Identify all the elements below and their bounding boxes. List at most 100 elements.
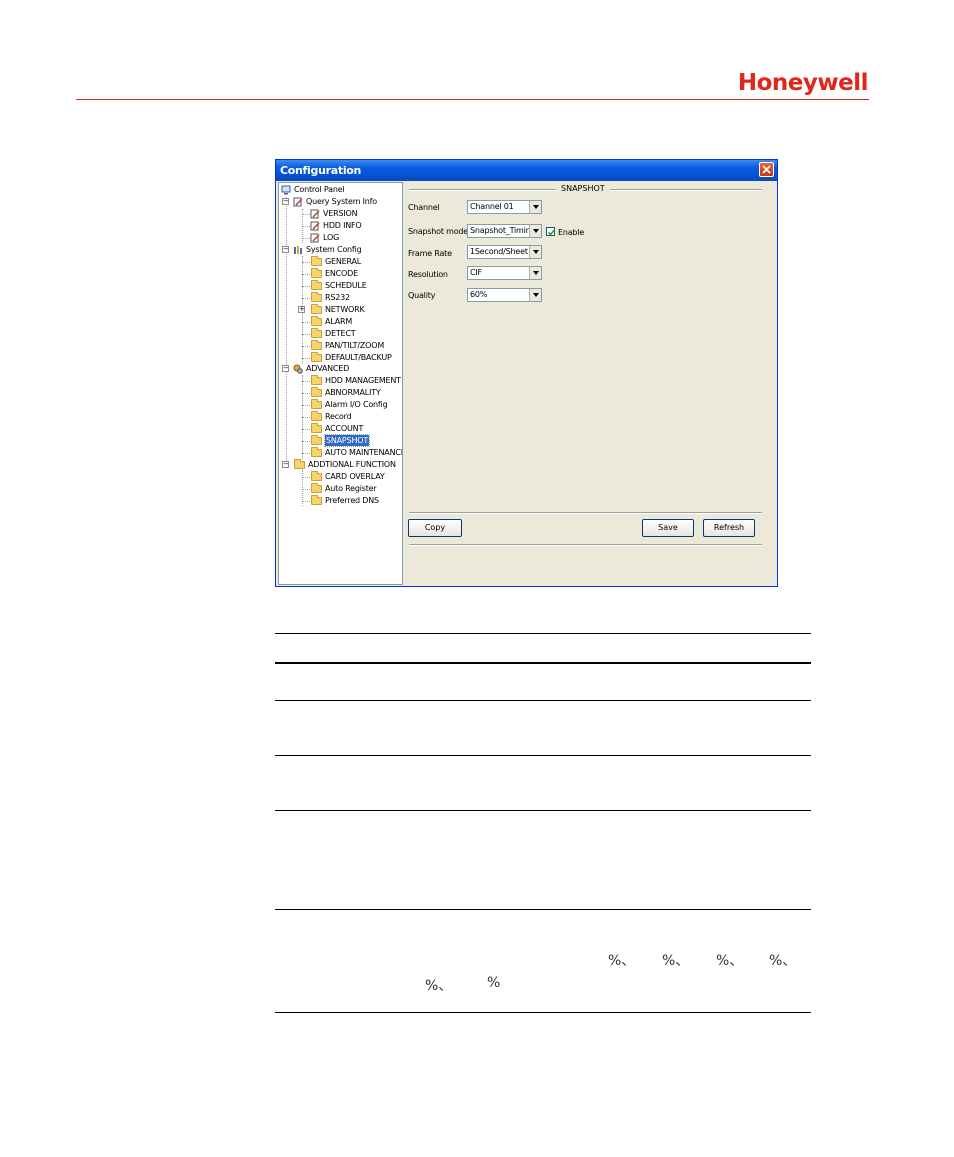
frame-rate-value: 1Second/Sheet [470, 247, 528, 256]
tree-connector [302, 417, 310, 418]
tree-item-alarm-io-config[interactable]: Alarm I/O Config [310, 399, 400, 411]
expand-icon[interactable]: + [298, 306, 305, 313]
tree-item-version[interactable]: VERSION [310, 208, 400, 220]
tree-item-additional-function[interactable]: − ADDTIONAL FUNCTION [282, 459, 402, 471]
tree-item-system-config[interactable]: − System Config [282, 244, 402, 256]
folder-icon [311, 375, 322, 385]
save-button[interactable]: Save [642, 519, 694, 537]
tree-item-detect[interactable]: DETECT [310, 328, 400, 340]
tree-item-auto-register[interactable]: Auto Register [310, 483, 400, 495]
tree-connector [302, 274, 310, 275]
tree-item-network[interactable]: + NETWORK [298, 304, 398, 316]
tree-item-log[interactable]: LOG [310, 232, 400, 244]
snapshot-mode-label: Snapshot mode [408, 227, 469, 236]
dropdown-arrow-icon[interactable] [529, 201, 541, 213]
collapse-icon[interactable]: − [282, 365, 289, 372]
quality-mark: %、 [608, 953, 636, 969]
refresh-button[interactable]: Refresh [703, 519, 755, 537]
quality-label: Quality [408, 291, 436, 300]
table-top-rule [275, 633, 811, 634]
quality-mark: %、 [662, 953, 690, 969]
tree-item-snapshot[interactable]: SNAPSHOT [310, 434, 400, 447]
dropdown-arrow-icon[interactable] [529, 246, 541, 258]
tree-item-record[interactable]: Record [310, 411, 400, 423]
tree-connector [302, 405, 310, 406]
resolution-select[interactable]: CIF [467, 266, 542, 280]
folder-icon [311, 280, 322, 290]
tree-label: NETWORK [325, 305, 365, 314]
tree-label: VERSION [323, 209, 358, 218]
tree-item-auto-maintenance[interactable]: AUTO MAINTENANCE [310, 447, 402, 459]
channel-label: Channel [408, 203, 440, 212]
tree-label: ABNORMALITY [325, 388, 381, 397]
folder-icon [311, 483, 322, 493]
tools-icon [294, 246, 302, 254]
tree-item-hdd-info[interactable]: HDD INFO [310, 220, 400, 232]
tree-item-rs232[interactable]: RS232 [310, 292, 400, 304]
tree-label: SNAPSHOT [323, 434, 371, 447]
dropdown-arrow-icon[interactable] [529, 225, 541, 237]
tree-label: ACCOUNT [325, 424, 364, 433]
computer-icon [281, 185, 291, 195]
tree-connector [302, 334, 310, 335]
tree-item-control-panel[interactable]: Control Panel [281, 184, 401, 196]
table-header-rule [275, 662, 811, 664]
folder-icon [311, 399, 322, 409]
quality-mark: % [487, 975, 501, 991]
tree-item-alarm[interactable]: ALARM [310, 316, 400, 328]
collapse-icon[interactable]: − [282, 461, 289, 468]
tree-label: Auto Register [325, 484, 377, 493]
tree-label: CARD OVERLAY [325, 472, 385, 481]
notepad-icon [310, 233, 320, 243]
dropdown-arrow-icon[interactable] [529, 267, 541, 279]
quality-mark: %、 [769, 953, 797, 969]
channel-select[interactable]: Channel 01 [467, 200, 542, 214]
frame-rate-select[interactable]: 1Second/Sheet [467, 245, 542, 259]
collapse-icon[interactable]: − [282, 246, 289, 253]
tree-item-hdd-management[interactable]: HDD MANAGEMENT [310, 375, 401, 387]
folder-icon [311, 292, 322, 302]
tree-item-abnormality[interactable]: ABNORMALITY [310, 387, 400, 399]
open-folder-icon [311, 435, 322, 445]
tree-item-pan-tilt-zoom[interactable]: PAN/TILT/ZOOM [310, 340, 400, 352]
tree-label: ADDTIONAL FUNCTION [308, 460, 396, 469]
tree-connector [302, 286, 310, 287]
notepad-icon [310, 221, 320, 231]
folder-icon [311, 256, 322, 266]
close-button[interactable] [759, 162, 774, 177]
tree-connector [302, 322, 310, 323]
folder-icon [311, 304, 322, 314]
window-title: Configuration [280, 164, 362, 177]
snapshot-mode-select[interactable]: Snapshot_Timing [467, 224, 542, 238]
tree-label: System Config [306, 245, 362, 254]
tree-item-query-system-info[interactable]: − Query System Info [282, 196, 402, 208]
checkmark-icon [547, 229, 556, 236]
tree-item-card-overlay[interactable]: CARD OVERLAY [310, 471, 400, 483]
tree-label: Query System Info [306, 197, 377, 206]
folder-icon [311, 447, 322, 457]
enable-checkbox[interactable] [546, 227, 556, 236]
collapse-icon[interactable]: − [282, 198, 289, 205]
tree-item-general[interactable]: GENERAL [310, 256, 400, 268]
dropdown-arrow-icon[interactable] [529, 289, 541, 301]
button-row-bottom-divider [409, 544, 762, 546]
title-bar[interactable]: Configuration [276, 160, 777, 181]
tree-label: Control Panel [294, 185, 345, 194]
tree-label: RS232 [325, 293, 350, 302]
quality-select[interactable]: 60% [467, 288, 542, 302]
tree-item-advanced[interactable]: − ADVANCED [282, 363, 402, 375]
folder-icon [311, 423, 322, 433]
notepad-icon [293, 197, 303, 207]
header-divider [76, 99, 869, 100]
folder-icon [311, 328, 322, 338]
tree-label: HDD INFO [323, 221, 362, 230]
tree-item-preferred-dns[interactable]: Preferred DNS [310, 495, 400, 507]
tree-connector [302, 358, 310, 359]
tree-label: ADVANCED [306, 364, 350, 373]
copy-button[interactable]: Copy [408, 519, 462, 537]
configuration-window: Configuration Control Panel − Query Syst… [275, 159, 778, 587]
tree-item-encode[interactable]: ENCODE [310, 268, 400, 280]
tree-item-schedule[interactable]: SCHEDULE [310, 280, 400, 292]
resolution-label: Resolution [408, 270, 448, 279]
tree-item-account[interactable]: ACCOUNT [310, 423, 400, 435]
